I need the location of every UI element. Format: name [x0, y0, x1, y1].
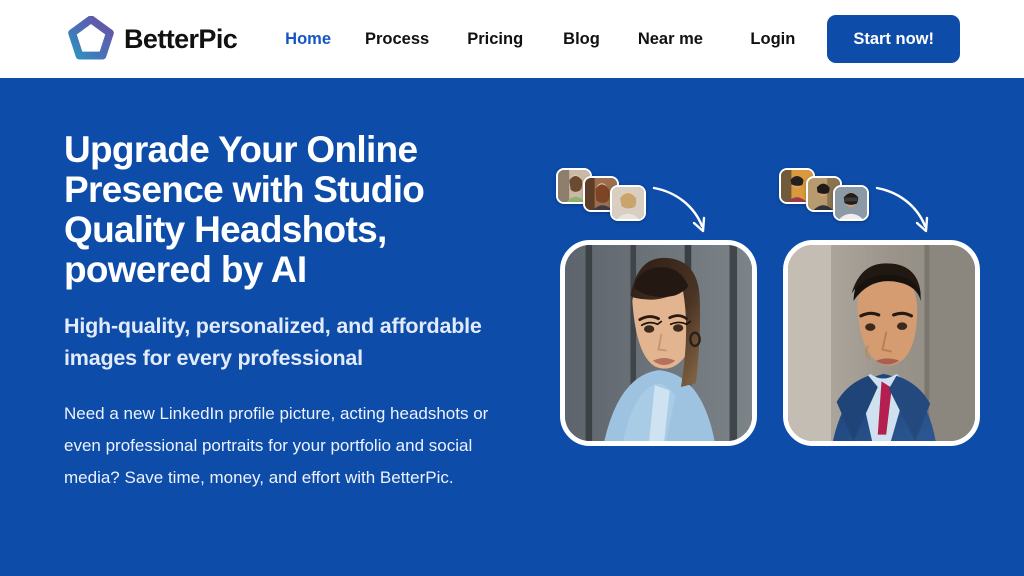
login-link[interactable]: Login — [750, 30, 795, 49]
hero-subheadline: High-quality, personalized, and affordab… — [64, 310, 534, 374]
pentagon-ring-icon — [68, 16, 114, 62]
nav-item-pricing[interactable]: Pricing — [467, 24, 523, 55]
brand-name: BetterPic — [124, 24, 237, 55]
female-headshot-example — [556, 168, 756, 448]
site-header: BetterPic Home Process Pricing Blog Near… — [0, 0, 1024, 78]
male-headshot-card — [783, 240, 980, 446]
hero-section: Upgrade Your Online Presence with Studio… — [0, 78, 1024, 576]
header-actions: Login Start now! — [750, 15, 960, 63]
hero-body-text: Need a new LinkedIn profile picture, act… — [64, 398, 519, 494]
nav-item-home[interactable]: Home — [285, 24, 331, 55]
nav-item-blog[interactable]: Blog — [563, 24, 600, 55]
selfie-thumbnail-3 — [833, 185, 869, 221]
landing-page: BetterPic Home Process Pricing Blog Near… — [0, 0, 1024, 576]
hero-copy: Upgrade Your Online Presence with Studio… — [64, 130, 534, 494]
female-headshot-card — [560, 240, 757, 446]
brand-logo[interactable]: BetterPic — [68, 16, 237, 62]
curved-arrow-down-right-icon — [652, 182, 716, 242]
main-navigation: Home Process Pricing Blog Near me — [285, 24, 703, 55]
hero-headline: Upgrade Your Online Presence with Studio… — [64, 130, 534, 290]
curved-arrow-down-right-icon — [875, 182, 939, 242]
nav-item-near-me[interactable]: Near me — [638, 24, 703, 55]
selfie-thumbnail-cluster — [556, 168, 666, 224]
male-headshot-example — [779, 168, 979, 448]
nav-item-process[interactable]: Process — [365, 24, 429, 55]
selfie-thumbnail-3 — [610, 185, 646, 221]
start-now-button[interactable]: Start now! — [827, 15, 960, 63]
selfie-thumbnail-cluster — [779, 168, 889, 224]
